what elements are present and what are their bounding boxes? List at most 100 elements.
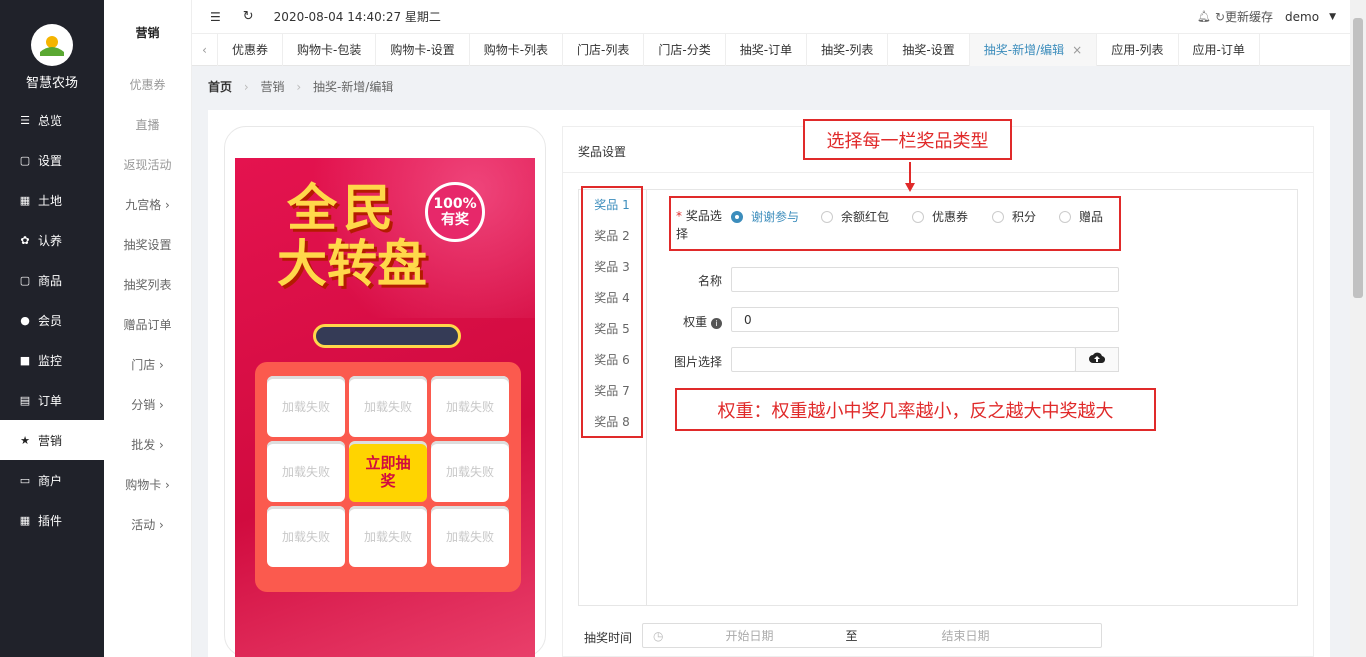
panel-title: 奖品设置	[578, 145, 627, 159]
image-input[interactable]	[731, 347, 1076, 372]
prize-cell: 加载失败	[349, 506, 427, 567]
page-scrollbar[interactable]	[1350, 0, 1366, 657]
subnav-item[interactable]: 优惠券	[104, 64, 191, 104]
page-tabs: ‹ 优惠券 购物卡-包装 购物卡-设置 购物卡-列表 门店-列表 门店-分类 抽奖-订单 抽奖…	[192, 33, 1366, 66]
tab-item[interactable]: 抽奖-设置	[888, 33, 970, 66]
annotation-arrow-head-icon	[905, 183, 915, 192]
bell-icon[interactable]: 🔔︎	[1197, 10, 1211, 23]
lottery-time-label: 抽奖时间	[584, 631, 633, 645]
store-icon: ▭	[19, 473, 31, 487]
subnav-item[interactable]: 抽奖列表	[104, 264, 191, 304]
subnav-item[interactable]: 活动 ›	[104, 504, 191, 544]
start-date-input[interactable]: 开始日期	[725, 627, 773, 644]
tab-item[interactable]: 门店-列表	[563, 33, 645, 66]
subnav-item[interactable]: 直播	[104, 104, 191, 144]
sidebar-item-label: 订单	[38, 393, 63, 408]
image-label: 图片选择	[673, 355, 722, 369]
upload-button[interactable]	[1075, 347, 1119, 372]
subnav-item[interactable]: 九宫格 ›	[104, 184, 191, 224]
sidebar-item-8[interactable]: ★ 营销	[0, 420, 104, 460]
annotation-box-radios	[669, 196, 1121, 251]
reload-icon[interactable]: ↻	[243, 9, 254, 24]
scrollbar-thumb[interactable]	[1353, 18, 1363, 298]
weight-input[interactable]: 0	[731, 307, 1119, 332]
clock-icon: ◷	[653, 628, 664, 643]
sidebar-item-0[interactable]: ☰ 总览	[0, 100, 104, 140]
annotation-prize-type: 选择每一栏奖品类型	[803, 119, 1012, 160]
sidebar-item-9[interactable]: ▭ 商户	[0, 460, 104, 500]
refresh-cache-icon[interactable]: ↻	[1215, 10, 1225, 24]
weight-label: 权重 i	[668, 313, 722, 330]
cloud-upload-icon	[1089, 352, 1106, 367]
subnav-item[interactable]: 赠品订单	[104, 304, 191, 344]
tab-item[interactable]: 抽奖-列表	[807, 33, 889, 66]
tab-item[interactable]: 应用-列表	[1097, 33, 1179, 66]
info-icon[interactable]: i	[711, 318, 722, 329]
tab-item[interactable]: 应用-订单	[1179, 33, 1260, 66]
main-sidebar: 智慧农场 ☰ 总览 ▢ 设置 ▦ 土地 ✿ 认养 ▢ 商品 ● 会员 ■ 监控 ▤ 订单 ★ 营销 ▭ 商户 ▦ 插件	[0, 0, 104, 657]
tab-item[interactable]: 购物卡-包装	[283, 33, 377, 66]
sidebar-item-3[interactable]: ✿ 认养	[0, 220, 104, 260]
clipboard-icon: ▤	[19, 393, 31, 407]
end-date-input[interactable]: 结束日期	[942, 627, 990, 644]
prize-cell: 加载失败	[431, 376, 509, 437]
sidebar-item-6[interactable]: ■ 监控	[0, 340, 104, 380]
tab-item[interactable]: 优惠券	[218, 33, 284, 66]
subnav-item[interactable]: 门店 ›	[104, 344, 191, 384]
grid-icon: ▦	[19, 193, 31, 207]
sidebar-item-4[interactable]: ▢ 商品	[0, 260, 104, 300]
sidebar-item-10[interactable]: ▦ 插件	[0, 500, 104, 540]
sidebar-item-label: 会员	[38, 313, 63, 328]
bag-icon: ▢	[19, 153, 31, 167]
sidebar-item-5[interactable]: ● 会员	[0, 300, 104, 340]
menu-toggle-icon[interactable]: ☰	[210, 10, 221, 24]
breadcrumb-home[interactable]: 首页	[208, 80, 232, 94]
lottery-poster: 全民 大转盘 100% 有奖 加载失败 加载失败 加载失败 加载失败 立即抽奖 加载失败加…	[235, 158, 535, 657]
tabs-scroll-left-icon[interactable]: ‹	[192, 33, 218, 66]
breadcrumb-section[interactable]: 营销	[260, 80, 284, 94]
prize-cell: 加载失败	[267, 376, 345, 437]
tab-item[interactable]: 抽奖-新增/编辑 ×	[969, 33, 1098, 66]
date-range-picker[interactable]: ◷ 开始日期 至 结束日期	[642, 623, 1102, 648]
prize-cell: 加载失败	[267, 441, 345, 502]
subnav-item[interactable]: 抽奖设置	[104, 224, 191, 264]
name-input[interactable]	[731, 267, 1119, 292]
tab-item[interactable]: 抽奖-订单	[726, 33, 808, 66]
date-range-separator: 至	[845, 629, 858, 643]
sidebar-item-label: 商户	[38, 473, 63, 488]
annotation-weight: 权重：权重越小中奖几率越小，反之越大中奖越大	[675, 388, 1156, 431]
draw-now-button[interactable]: 立即抽奖	[349, 441, 427, 502]
tab-close-icon[interactable]: ×	[1072, 43, 1082, 57]
tab-item[interactable]: 购物卡-设置	[376, 33, 470, 66]
app-logo[interactable]: 智慧农场	[0, 0, 104, 100]
caret-down-icon[interactable]: ▼	[1329, 12, 1336, 22]
sidebar-item-2[interactable]: ▦ 土地	[0, 180, 104, 220]
prize-cell: 加载失败	[431, 506, 509, 567]
sidebar-item-label: 设置	[38, 153, 63, 168]
poster-title: 全民 大转盘	[277, 179, 427, 293]
prize-cell: 加载失败	[431, 441, 509, 502]
breadcrumb: 首页 › 营销 › 抽奖-新增/编辑	[208, 80, 394, 94]
farm-logo-icon	[31, 24, 73, 66]
user-menu[interactable]: demo	[1285, 10, 1319, 24]
app-name: 智慧农场	[25, 76, 78, 91]
sidebar-item-1[interactable]: ▢ 设置	[0, 140, 104, 180]
sidebar-item-7[interactable]: ▤ 订单	[0, 380, 104, 420]
prize-cell: 加载失败	[349, 376, 427, 437]
lottery-grid-frame: 加载失败 加载失败 加载失败 加载失败 立即抽奖 加载失败 加载失败 加载失败 加载失败	[255, 362, 521, 592]
tab-item[interactable]: 门店-分类	[644, 33, 726, 66]
sidebar-item-label: 认养	[38, 233, 63, 248]
subnav-item[interactable]: 分销 ›	[104, 384, 191, 424]
sub-nav-title: 营销	[135, 25, 160, 40]
current-datetime: 2020-08-04 14:40:27 星期二	[273, 10, 441, 24]
subnav-item[interactable]: 批发 ›	[104, 424, 191, 464]
poster-banner-pill	[313, 324, 461, 348]
subnav-item[interactable]: 购物卡 ›	[104, 464, 191, 504]
refresh-cache-link[interactable]: 更新缓存	[1225, 8, 1273, 25]
star-icon: ★	[20, 433, 30, 447]
tab-item[interactable]: 购物卡-列表	[470, 33, 564, 66]
annotation-arrow-icon	[909, 162, 911, 184]
sidebar-item-label: 营销	[38, 433, 63, 448]
lottery-grid: 加载失败 加载失败 加载失败 加载失败 立即抽奖 加载失败 加载失败 加载失败 加载失败	[267, 376, 509, 567]
subnav-item[interactable]: 返现活动	[104, 144, 191, 184]
